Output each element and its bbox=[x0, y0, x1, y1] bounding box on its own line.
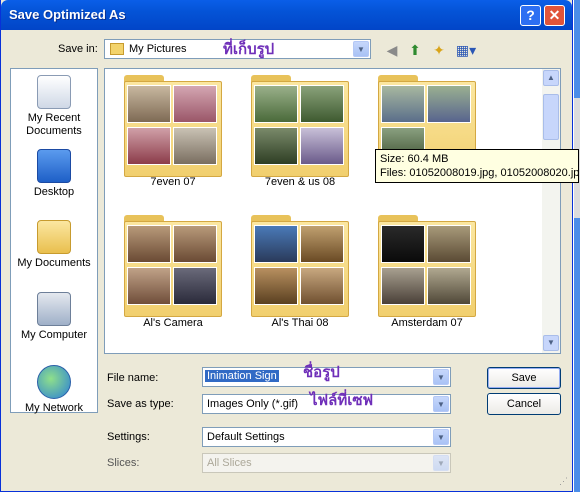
annotation-image-name: ชื่อรูป bbox=[303, 363, 340, 381]
close-button[interactable]: ✕ bbox=[544, 5, 565, 26]
annotation-file-type: ไฟล์ที่เซฟ bbox=[310, 391, 374, 409]
slices-dropdown: All Slices ▼ bbox=[202, 453, 451, 473]
folder-name: Amsterdam 07 bbox=[391, 317, 463, 329]
folder-name: Al's Thai 08 bbox=[271, 317, 329, 329]
folder-7even-07[interactable] bbox=[124, 75, 222, 177]
chevron-down-icon[interactable]: ▼ bbox=[433, 369, 449, 385]
file-browser: 7even 07 7even & us 08 Al's Camera Al's … bbox=[104, 68, 561, 354]
background-window-strip bbox=[574, 0, 580, 492]
resize-grip-icon[interactable]: ⋰ bbox=[559, 476, 568, 487]
folder-name: 7even & us 08 bbox=[264, 176, 336, 188]
folder-name: Al's Camera bbox=[143, 317, 203, 329]
save-button[interactable]: Save bbox=[487, 367, 561, 389]
settings-dropdown[interactable]: Default Settings ▼ bbox=[202, 427, 451, 447]
up-folder-icon[interactable]: ⬆ bbox=[406, 41, 424, 59]
back-icon[interactable]: ◀ bbox=[383, 41, 401, 59]
save-as-type-label: Save as type: bbox=[107, 398, 174, 410]
save-in-value: My Pictures bbox=[129, 43, 187, 55]
desktop-icon bbox=[37, 149, 71, 183]
folder-name: 7even 07 bbox=[150, 176, 196, 188]
window-title: Save Optimized As bbox=[9, 7, 126, 22]
chevron-down-icon[interactable]: ▼ bbox=[433, 429, 449, 445]
my-network-icon bbox=[37, 365, 71, 399]
folder-als-thai-08[interactable] bbox=[251, 215, 349, 317]
place-desktop[interactable]: Desktop bbox=[11, 149, 97, 199]
place-my-computer[interactable]: My Computer bbox=[11, 292, 97, 342]
my-documents-icon bbox=[37, 220, 71, 254]
folder-als-camera[interactable] bbox=[124, 215, 222, 317]
annotation-save-location: ที่เก็บรูป bbox=[223, 40, 275, 58]
settings-label: Settings: bbox=[107, 431, 150, 443]
places-bar: My Recent Documents Desktop My Documents… bbox=[10, 68, 98, 415]
file-name-label: File name: bbox=[107, 372, 159, 384]
my-pictures-icon bbox=[110, 43, 124, 55]
new-folder-icon[interactable]: ✦ bbox=[430, 41, 448, 59]
slices-label: Slices: bbox=[107, 457, 140, 469]
scroll-up-icon[interactable]: ▲ bbox=[543, 70, 559, 86]
help-button[interactable]: ? bbox=[520, 5, 541, 26]
slices-value: All Slices bbox=[207, 457, 252, 469]
place-my-network[interactable]: My Network bbox=[11, 365, 97, 415]
recent-documents-icon bbox=[37, 75, 71, 109]
scroll-thumb[interactable] bbox=[543, 94, 559, 140]
place-my-documents[interactable]: My Documents bbox=[11, 220, 97, 270]
chevron-down-icon: ▼ bbox=[433, 455, 449, 471]
cancel-button[interactable]: Cancel bbox=[487, 393, 561, 415]
settings-value: Default Settings bbox=[207, 431, 285, 443]
scroll-down-icon[interactable]: ▼ bbox=[543, 335, 559, 351]
folder-7even-us-08[interactable] bbox=[251, 75, 349, 177]
title-bar[interactable]: Save Optimized As ? ✕ bbox=[1, 0, 572, 30]
views-menu-icon[interactable]: ▦▾ bbox=[454, 41, 478, 59]
folder-amsterdam-07[interactable] bbox=[378, 215, 476, 317]
save-optimized-as-dialog: Save Optimized As ? ✕ Save in: My Pictur… bbox=[0, 0, 573, 492]
save-in-label: Save in: bbox=[58, 43, 98, 55]
chevron-down-icon[interactable]: ▼ bbox=[353, 41, 369, 57]
tooltip-size: Size: 60.4 MB bbox=[380, 153, 449, 165]
folder-tooltip: Size: 60.4 MB Files: 01052008019.jpg, 01… bbox=[375, 149, 579, 183]
file-name-value: Inimation Sign bbox=[205, 370, 279, 382]
tooltip-files: Files: 01052008019.jpg, 01052008020.jpg bbox=[380, 167, 579, 179]
place-my-recent-documents[interactable]: My Recent Documents bbox=[11, 75, 97, 138]
vertical-scrollbar[interactable]: ▲ ▼ bbox=[542, 69, 560, 353]
my-computer-icon bbox=[37, 292, 71, 326]
save-as-type-value: Images Only (*.gif) bbox=[207, 398, 299, 410]
chevron-down-icon[interactable]: ▼ bbox=[433, 396, 449, 412]
